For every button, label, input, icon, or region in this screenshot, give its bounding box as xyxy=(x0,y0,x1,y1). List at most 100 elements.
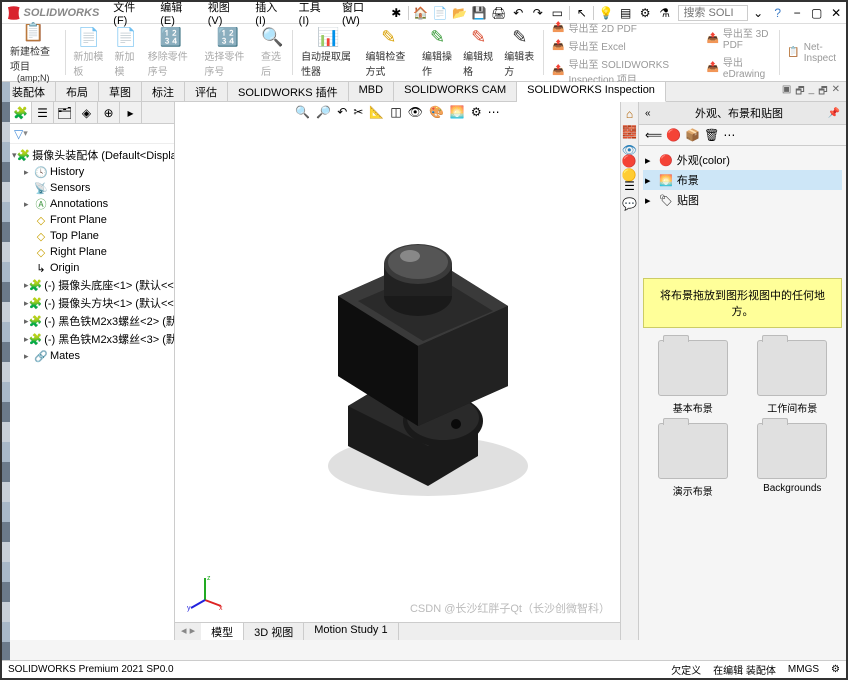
scene-grid: 基本布景 工作间布景 演示布景 Backgrounds xyxy=(639,332,846,506)
tp-node-decal[interactable]: ▸🏷贴图 xyxy=(643,190,842,210)
tp-tab-forum[interactable]: 💬 xyxy=(622,196,638,212)
view-settings-icon[interactable]: ⚙ xyxy=(469,104,484,120)
tab-annotate[interactable]: 标注 xyxy=(142,82,185,101)
ribbon-btn-11[interactable]: ✎编辑表方 xyxy=(500,26,539,79)
home-icon[interactable]: 🏠 xyxy=(413,5,429,21)
hide-show-icon[interactable]: 👁 xyxy=(406,104,425,120)
menu-tools[interactable]: 工具(I) xyxy=(293,0,336,29)
tab-addins[interactable]: SOLIDWORKS 插件 xyxy=(228,82,349,101)
status-gear-icon[interactable]: ⚙ xyxy=(831,664,840,675)
tp-tree: ▸🔴外观(color) ▸🌅布景 ▸🏷贴图 xyxy=(639,146,846,214)
tab-inspection[interactable]: SOLIDWORKS Inspection xyxy=(517,82,666,102)
ribbon-btn-8[interactable]: ✎编辑检查方式 xyxy=(361,26,416,79)
graphics-viewport[interactable]: 🔍 🔎 ↶ ✂ 📐 ◫ 👁 🎨 🌅 ⚙ ⋯ xyxy=(175,102,620,640)
tab-cam[interactable]: SOLIDWORKS CAM xyxy=(394,82,517,101)
folder-backgrounds[interactable]: Backgrounds xyxy=(747,423,839,498)
redo-icon[interactable]: ↷ xyxy=(530,5,546,21)
tree-mates[interactable]: ▸🔗Mates xyxy=(10,348,174,364)
tree-part-3[interactable]: ▸🧩(-) 黑色铁M2x3螺丝<2> (默认<<默.. xyxy=(10,312,174,330)
help-icon[interactable]: ? xyxy=(770,5,786,21)
doc-restore-icon[interactable]: 🗗 xyxy=(818,84,827,99)
tree-top-plane[interactable]: ◇Top Plane xyxy=(10,228,174,244)
tree-front-plane[interactable]: ◇Front Plane xyxy=(10,212,174,228)
new-doc-icon[interactable]: 📄 xyxy=(433,5,449,21)
ribbon-btn-9[interactable]: ✎编辑操作 xyxy=(418,26,457,79)
tree-annotations[interactable]: ▸ⒶAnnotations xyxy=(10,196,174,212)
tp-node-appearance[interactable]: ▸🔴外观(color) xyxy=(643,150,842,170)
tp-box-icon[interactable]: 📦 xyxy=(685,128,700,142)
zoom-area-icon[interactable]: 🔎 xyxy=(314,104,333,120)
menu-file[interactable]: 文件(F) xyxy=(107,0,154,29)
tab-assembly[interactable]: 装配体 xyxy=(2,82,56,101)
tp-tab-home[interactable]: ⌂ xyxy=(622,106,638,122)
folder-basic-scenes[interactable]: 基本布景 xyxy=(647,340,739,415)
tp-tab-resources[interactable]: 🧱 xyxy=(622,124,638,140)
btab-3dview[interactable]: 3D 视图 xyxy=(244,623,304,640)
tp-node-scene[interactable]: ▸🌅布景 xyxy=(643,170,842,190)
search-dd-icon[interactable]: ⌄ xyxy=(750,5,766,21)
tab-evaluate[interactable]: 评估 xyxy=(185,82,228,101)
min-icon[interactable]: − xyxy=(789,5,805,21)
section-icon[interactable]: ✂ xyxy=(351,104,365,120)
fm-tab-display[interactable]: ◈ xyxy=(76,102,98,123)
ribbon-btn-10[interactable]: ✎编辑规格 xyxy=(459,26,498,79)
tp-del-icon[interactable]: 🗑 xyxy=(704,128,719,142)
watermark: CSDN @长沙红胖子Qt（长沙创微智科） xyxy=(410,600,610,616)
doc-min-icon[interactable]: _ xyxy=(809,84,815,99)
btab-model[interactable]: 模型 xyxy=(201,623,244,640)
scene-icon[interactable]: 🌅 xyxy=(448,104,467,120)
tp-tab-props[interactable]: ☰ xyxy=(622,178,638,194)
max-icon[interactable]: ▢ xyxy=(809,5,825,21)
tab-layout[interactable]: 布局 xyxy=(56,82,99,101)
more-views-icon[interactable]: ⋯ xyxy=(486,104,502,120)
fm-tab-props[interactable]: ☰ xyxy=(32,102,54,123)
close-icon[interactable]: ✕ xyxy=(828,5,844,21)
canvas[interactable]: z x y CSDN @长沙红胖子Qt（长沙创微智科） xyxy=(175,122,620,622)
display-style-icon[interactable]: ◫ xyxy=(388,104,403,120)
ribbon-btn-7[interactable]: 📊自动提取属性器 xyxy=(297,26,359,79)
tree-part-1[interactable]: ▸🧩(-) 摄像头底座<1> (默认<<默认.. xyxy=(10,276,174,294)
folder-present-scenes[interactable]: 演示布景 xyxy=(647,423,739,498)
fm-tab-tree[interactable]: 🧩 xyxy=(10,102,32,123)
undo-icon[interactable]: ↶ xyxy=(511,5,527,21)
ribbon-new-project[interactable]: 📋新建检查项目(amp;N) xyxy=(6,26,61,79)
open-icon[interactable]: 📂 xyxy=(452,5,468,21)
tree-part-4[interactable]: ▸🧩(-) 黑色铁M2x3螺丝<3> (默认<<默.. xyxy=(10,330,174,348)
tp-tab-appearance[interactable]: 🔴🟡 xyxy=(622,160,638,176)
tab-sketch[interactable]: 草图 xyxy=(99,82,142,101)
fm-tab-config[interactable]: 🗂 xyxy=(54,102,76,123)
tree-right-plane[interactable]: ◇Right Plane xyxy=(10,244,174,260)
doc-maximize-icon[interactable]: 🗗 xyxy=(795,84,804,99)
tree-history[interactable]: ▸🕓History xyxy=(10,164,174,180)
tree-sensors[interactable]: 📡Sensors xyxy=(10,180,174,196)
zoom-fit-icon[interactable]: 🔍 xyxy=(293,104,312,120)
fm-filter[interactable]: ▽▾ xyxy=(10,124,174,144)
orientation-triad[interactable]: z x y xyxy=(185,572,225,612)
tp-sphere-icon[interactable]: 🔴 xyxy=(666,128,681,142)
status-units[interactable]: MMGS xyxy=(788,664,819,675)
print-icon[interactable]: 🖨 xyxy=(491,5,507,21)
menu-edit[interactable]: 编辑(E) xyxy=(154,0,202,29)
tp-back-icon[interactable]: ⟸ xyxy=(645,128,662,142)
doc-icon[interactable]: ▣ xyxy=(782,84,791,99)
tp-pin-icon[interactable]: 📌 xyxy=(828,108,840,119)
menu-window[interactable]: 窗口(W) xyxy=(336,0,386,29)
fm-tab-molds[interactable]: ⊕ xyxy=(98,102,120,123)
folder-studio-scenes[interactable]: 工作间布景 xyxy=(747,340,839,415)
menu-view[interactable]: 视图(V) xyxy=(202,0,250,29)
menu-more-icon[interactable]: ✱ xyxy=(389,5,405,21)
tree-origin[interactable]: ↳Origin xyxy=(10,260,174,276)
appearance-icon[interactable]: 🎨 xyxy=(427,104,446,120)
save-icon[interactable]: 💾 xyxy=(472,5,488,21)
view-orient-icon[interactable]: 📐 xyxy=(367,104,386,120)
tp-more-icon[interactable]: ⋯ xyxy=(723,128,735,142)
btab-motion[interactable]: Motion Study 1 xyxy=(304,623,398,640)
fm-tab-more[interactable]: ▸ xyxy=(120,102,142,123)
prev-view-icon[interactable]: ↶ xyxy=(335,104,349,120)
menu-insert[interactable]: 插入(I) xyxy=(249,0,292,29)
tree-root[interactable]: ▾🧩摄像头装配体 (Default<Display State- xyxy=(10,146,174,164)
doc-close-icon[interactable]: ✕ xyxy=(832,84,840,99)
tree-part-2[interactable]: ▸🧩(-) 摄像头方块<1> (默认<<默认.. xyxy=(10,294,174,312)
tp-toolbar: ⟸ 🔴 📦 🗑 ⋯ xyxy=(639,125,846,146)
tab-mbd[interactable]: MBD xyxy=(349,82,394,101)
